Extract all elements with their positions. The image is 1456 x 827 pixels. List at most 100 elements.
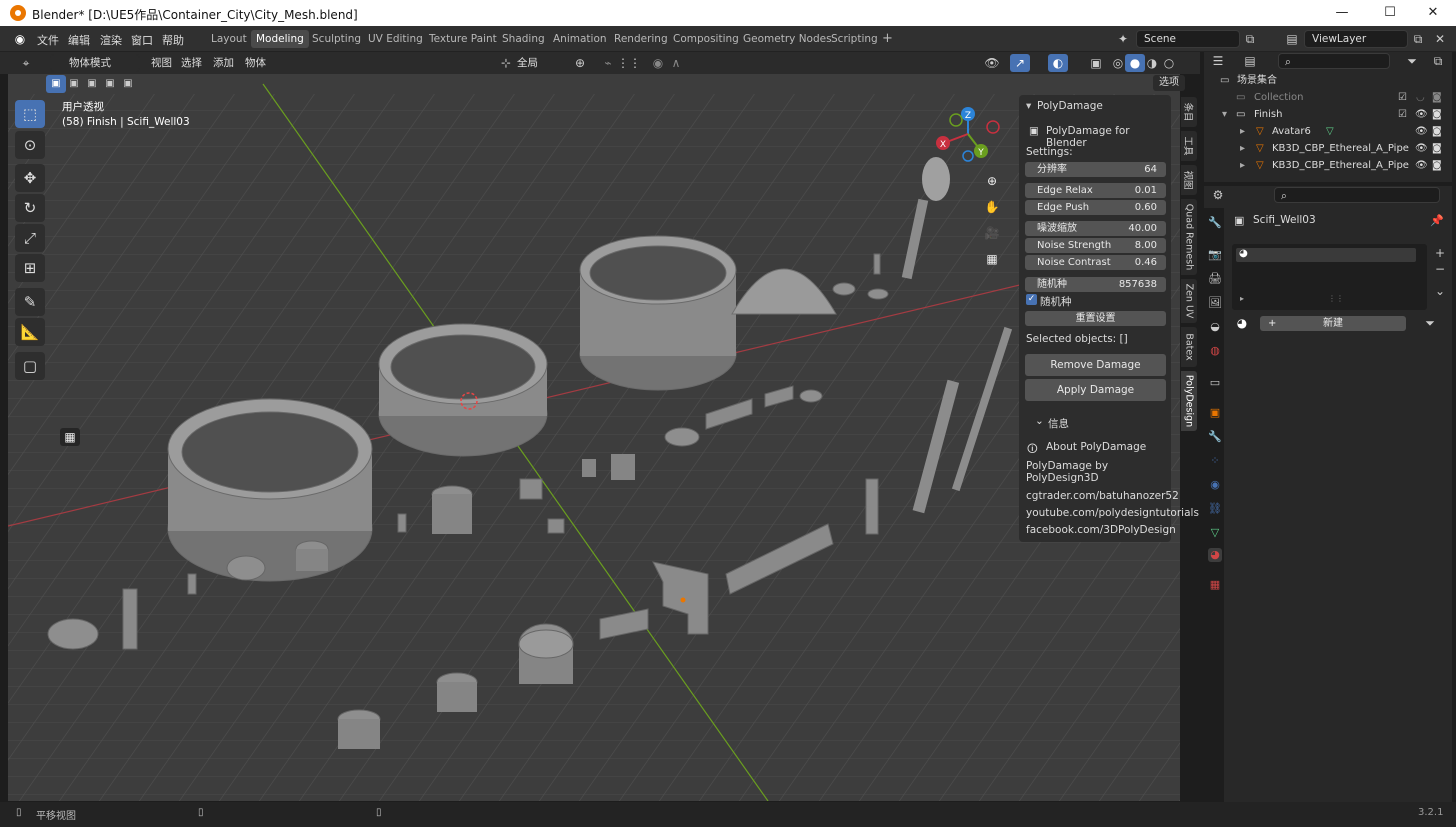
tab-rendering[interactable]: Rendering — [609, 30, 673, 48]
select-extend-icon[interactable]: ▣ — [64, 75, 84, 93]
sidebar-tab-item[interactable]: 条目 — [1181, 97, 1197, 127]
particles-tab-icon[interactable]: ⁘ — [1208, 454, 1222, 468]
material-slot-list[interactable]: ◕ ▸ ⋮⋮ — [1232, 244, 1427, 310]
3d-viewport[interactable]: Z X Y ⊕ ✋ 🎥 ▦ ▦ — [8, 74, 1180, 801]
noise-strength-field[interactable]: Noise Strength 8.00 — [1025, 238, 1166, 253]
texture-tab-icon[interactable]: ▦ — [1208, 578, 1222, 592]
tool-tab-icon[interactable]: 🔧 — [1208, 216, 1222, 230]
collection-tab-icon[interactable]: ▭ — [1208, 376, 1222, 390]
scifi-ring-medium[interactable] — [378, 323, 548, 457]
link-cgtrader[interactable]: cgtrader.com/batuhanozer52 — [1026, 490, 1179, 502]
seed-field[interactable]: 随机种 857638 — [1025, 277, 1166, 292]
outliner-row-pipe-1[interactable]: ▸ ▽ KB3D_CBP_Ethereal_A_Pipe 👁 ◙ — [1204, 140, 1452, 157]
snap-icon[interactable]: ⌁ — [598, 54, 618, 72]
proportional-edit-icon[interactable]: ◉ — [648, 54, 668, 72]
pan-hand-icon[interactable]: ✋ — [982, 198, 1002, 216]
pin-icon[interactable]: 📌 — [1430, 214, 1444, 227]
gizmo-toggle-icon[interactable]: ↗ — [1010, 54, 1030, 72]
slot-menu-icon[interactable]: ⌄ — [1430, 282, 1450, 300]
resize-handle-icon[interactable]: ⋮⋮ — [1328, 294, 1344, 303]
apply-damage-button[interactable]: Apply Damage — [1025, 379, 1166, 401]
mode-selector[interactable]: 物体模式 — [50, 54, 140, 72]
annotate-tool-icon[interactable]: ✎ — [15, 288, 45, 316]
camera-icon[interactable]: ◙ — [1432, 106, 1442, 123]
outliner-display-mode-icon[interactable]: ▤ — [1240, 52, 1260, 70]
outliner-search-input[interactable]: ⌕ — [1278, 53, 1390, 69]
exclude-checkbox[interactable]: ☑ — [1398, 89, 1407, 106]
sidebar-tab-view[interactable]: 视图 — [1181, 165, 1197, 195]
tab-geometry-nodes[interactable]: Geometry Nodes — [738, 30, 837, 48]
link-facebook[interactable]: facebook.com/3DPolyDesign — [1026, 524, 1176, 536]
rotate-tool-icon[interactable]: ↻ — [15, 194, 45, 222]
options-dropdown[interactable]: 选项 — [1153, 75, 1185, 91]
physics-tab-icon[interactable]: ◉ — [1208, 478, 1222, 492]
outliner-row-collection[interactable]: ▭ Collection ☑ ◡ ◙ — [1204, 89, 1452, 106]
output-tab-icon[interactable]: 🖨 — [1208, 272, 1222, 286]
chevron-right-icon[interactable]: ▸ — [1240, 157, 1245, 174]
noise-scale-field[interactable]: 噪波缩放 40.00 — [1025, 221, 1166, 236]
info-collapse-icon[interactable]: ⌄ — [1035, 415, 1044, 427]
tab-texture-paint[interactable]: Texture Paint — [424, 30, 502, 48]
new-scene-icon[interactable]: ⧉ — [1240, 30, 1260, 48]
outliner-editor-type-icon[interactable]: ☰ — [1208, 52, 1228, 70]
pivot-point-icon[interactable]: ⊕ — [570, 54, 590, 72]
expand-icon[interactable]: ▸ — [1240, 294, 1244, 303]
select-invert-icon[interactable]: ▣ — [100, 75, 120, 93]
scene-tab-icon[interactable]: ◒ — [1208, 320, 1222, 334]
link-youtube[interactable]: youtube.com/polydesigntutorials — [1026, 507, 1199, 519]
menu-file[interactable]: 文件 — [37, 32, 59, 48]
transform-orientation-icon[interactable]: ⊹ — [496, 54, 516, 72]
exclude-checkbox[interactable]: ☑ — [1398, 106, 1407, 123]
outliner-filter-icon[interactable]: ⏷ — [1402, 52, 1422, 70]
cursor-tool-icon[interactable]: ⊙ — [15, 131, 45, 159]
new-material-button[interactable]: + 新建 — [1260, 316, 1406, 331]
select-tool-icon[interactable]: ⬚ — [15, 100, 45, 128]
sidebar-tab-quad-remesh[interactable]: Quad Remesh — [1181, 199, 1197, 275]
new-collection-icon[interactable]: ⧉ — [1428, 52, 1448, 70]
resolution-field[interactable]: 分辨率 64 — [1025, 162, 1166, 177]
outliner-row-pipe-2[interactable]: ▸ ▽ KB3D_CBP_Ethereal_A_Pipe 👁 ◙ — [1204, 157, 1452, 174]
tab-modeling[interactable]: Modeling — [251, 30, 309, 48]
menu-object[interactable]: 物体 — [245, 55, 266, 71]
outliner-row-finish[interactable]: ▾ ▭ Finish ☑ 👁 ◙ — [1204, 106, 1452, 123]
properties-search-input[interactable]: ⌕ — [1274, 187, 1440, 203]
menu-edit[interactable]: 编辑 — [68, 32, 90, 48]
transform-orientation-selector[interactable]: 全局 — [517, 55, 538, 71]
eye-icon[interactable]: 👁 — [1415, 140, 1428, 157]
edge-relax-field[interactable]: Edge Relax 0.01 — [1025, 183, 1166, 198]
overlay-toggle-icon[interactable]: ◐ — [1048, 54, 1068, 72]
falloff-icon[interactable]: ∧ — [666, 54, 686, 72]
camera-view-icon[interactable]: 🎥 — [982, 224, 1002, 242]
move-tool-icon[interactable]: ✥ — [15, 164, 45, 192]
menu-help[interactable]: 帮助 — [162, 32, 184, 48]
eye-icon[interactable]: 👁 — [1415, 106, 1428, 123]
outliner-row-avatar6[interactable]: ▸ ▽ Avatar6 ▽ 👁 ◙ — [1204, 123, 1452, 140]
data-tab-icon[interactable]: ▽ — [1208, 526, 1222, 540]
reset-settings-button[interactable]: 重置设置 — [1025, 311, 1166, 326]
add-cube-tool-icon[interactable]: ▢ — [15, 352, 45, 380]
world-tab-icon[interactable]: ◍ — [1208, 344, 1222, 358]
properties-editor-type-icon[interactable]: ⚙ — [1208, 186, 1228, 204]
collapsed-toolbar-icon[interactable]: ▦ — [60, 428, 80, 446]
menu-window[interactable]: 窗口 — [131, 32, 153, 48]
snap-target-icon[interactable]: ⋮⋮ — [617, 54, 641, 72]
scene-icon[interactable]: ✦ — [1113, 30, 1133, 48]
chevron-right-icon[interactable]: ▸ — [1240, 140, 1245, 157]
camera-icon[interactable]: ◙ — [1432, 123, 1442, 140]
eye-icon[interactable]: ◡ — [1416, 89, 1425, 106]
maximize-button[interactable]: ☐ — [1367, 0, 1413, 26]
tab-shading[interactable]: Shading — [497, 30, 550, 48]
menu-add[interactable]: 添加 — [213, 55, 234, 71]
sidebar-tab-polydesign[interactable]: PolyDesign — [1181, 371, 1197, 431]
blender-menu-icon[interactable]: ◉ — [10, 30, 30, 48]
scene-selector[interactable]: Scene — [1136, 30, 1240, 48]
eye-icon[interactable]: 👁 — [1415, 157, 1428, 174]
tab-layout[interactable]: Layout — [206, 30, 252, 48]
select-intersect-icon[interactable]: ▣ — [118, 75, 138, 93]
measure-tool-icon[interactable]: 📐 — [15, 318, 45, 346]
remove-viewlayer-icon[interactable]: ✕ — [1430, 30, 1450, 48]
new-viewlayer-icon[interactable]: ⧉ — [1408, 30, 1428, 48]
tab-animation[interactable]: Animation — [548, 30, 612, 48]
tab-scripting[interactable]: Scripting — [826, 30, 883, 48]
zoom-icon[interactable]: ⊕ — [982, 172, 1002, 190]
